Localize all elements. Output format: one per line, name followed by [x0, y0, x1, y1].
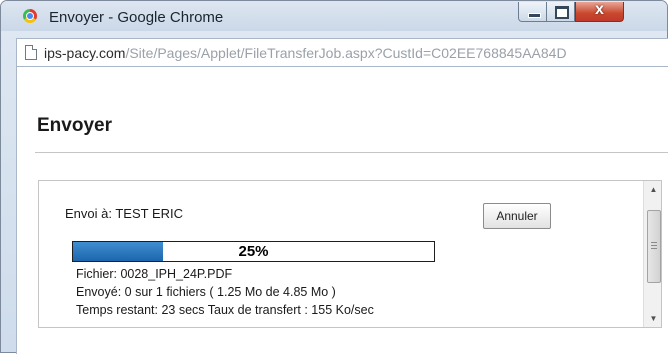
title-divider: [35, 152, 668, 153]
grip-line: [651, 242, 657, 243]
recipient-label: Envoi à: TEST ERIC: [65, 206, 184, 221]
page-title: Envoyer: [37, 115, 112, 136]
title-bar[interactable]: Envoyer - Google Chrome x: [1, 1, 667, 31]
files-sent-line: Envoyé: 0 sur 1 fichiers ( 1.25 Mo de 4.…: [76, 285, 336, 299]
url-domain: ips-pacy.com: [44, 45, 126, 61]
address-bar[interactable]: ips-pacy.com/Site/Pages/Applet/FileTrans…: [16, 38, 668, 67]
grip-line: [651, 248, 657, 249]
scroll-down-arrow-icon[interactable]: ▼: [644, 310, 661, 327]
close-icon: x: [595, 1, 604, 18]
grip-line: [651, 245, 657, 246]
url-path: /Site/Pages/Applet/FileTransferJob.aspx?…: [125, 45, 567, 61]
maximize-icon: [555, 6, 569, 19]
close-button[interactable]: x: [575, 1, 624, 22]
url-text[interactable]: ips-pacy.com/Site/Pages/Applet/FileTrans…: [44, 45, 567, 61]
window-title: Envoyer - Google Chrome: [49, 9, 224, 26]
vertical-scrollbar[interactable]: ▲ ▼: [643, 181, 661, 327]
browser-window: Envoyer - Google Chrome x ips-pacy.com/S…: [0, 0, 668, 354]
progress-bar: 25%: [72, 241, 435, 262]
time-remaining-line: Temps restant: 23 secs Taux de transfert…: [76, 303, 374, 317]
page-content: Envoyer Envoi à: TEST ERIC Annuler 25% F…: [16, 67, 668, 354]
maximize-button[interactable]: [547, 2, 575, 22]
scroll-up-arrow-icon[interactable]: ▲: [644, 181, 661, 198]
minimize-icon: [528, 13, 541, 18]
page-icon: [25, 45, 37, 60]
minimize-button[interactable]: [518, 2, 547, 22]
progress-percent-label: 25%: [238, 243, 269, 260]
file-name-line: Fichier: 0028_IPH_24P.PDF: [76, 267, 233, 281]
transfer-panel: Envoi à: TEST ERIC Annuler 25% Fichier: …: [38, 180, 662, 328]
chrome-logo-icon: [23, 9, 37, 23]
cancel-button[interactable]: Annuler: [483, 203, 551, 229]
scroll-thumb[interactable]: [647, 210, 661, 283]
